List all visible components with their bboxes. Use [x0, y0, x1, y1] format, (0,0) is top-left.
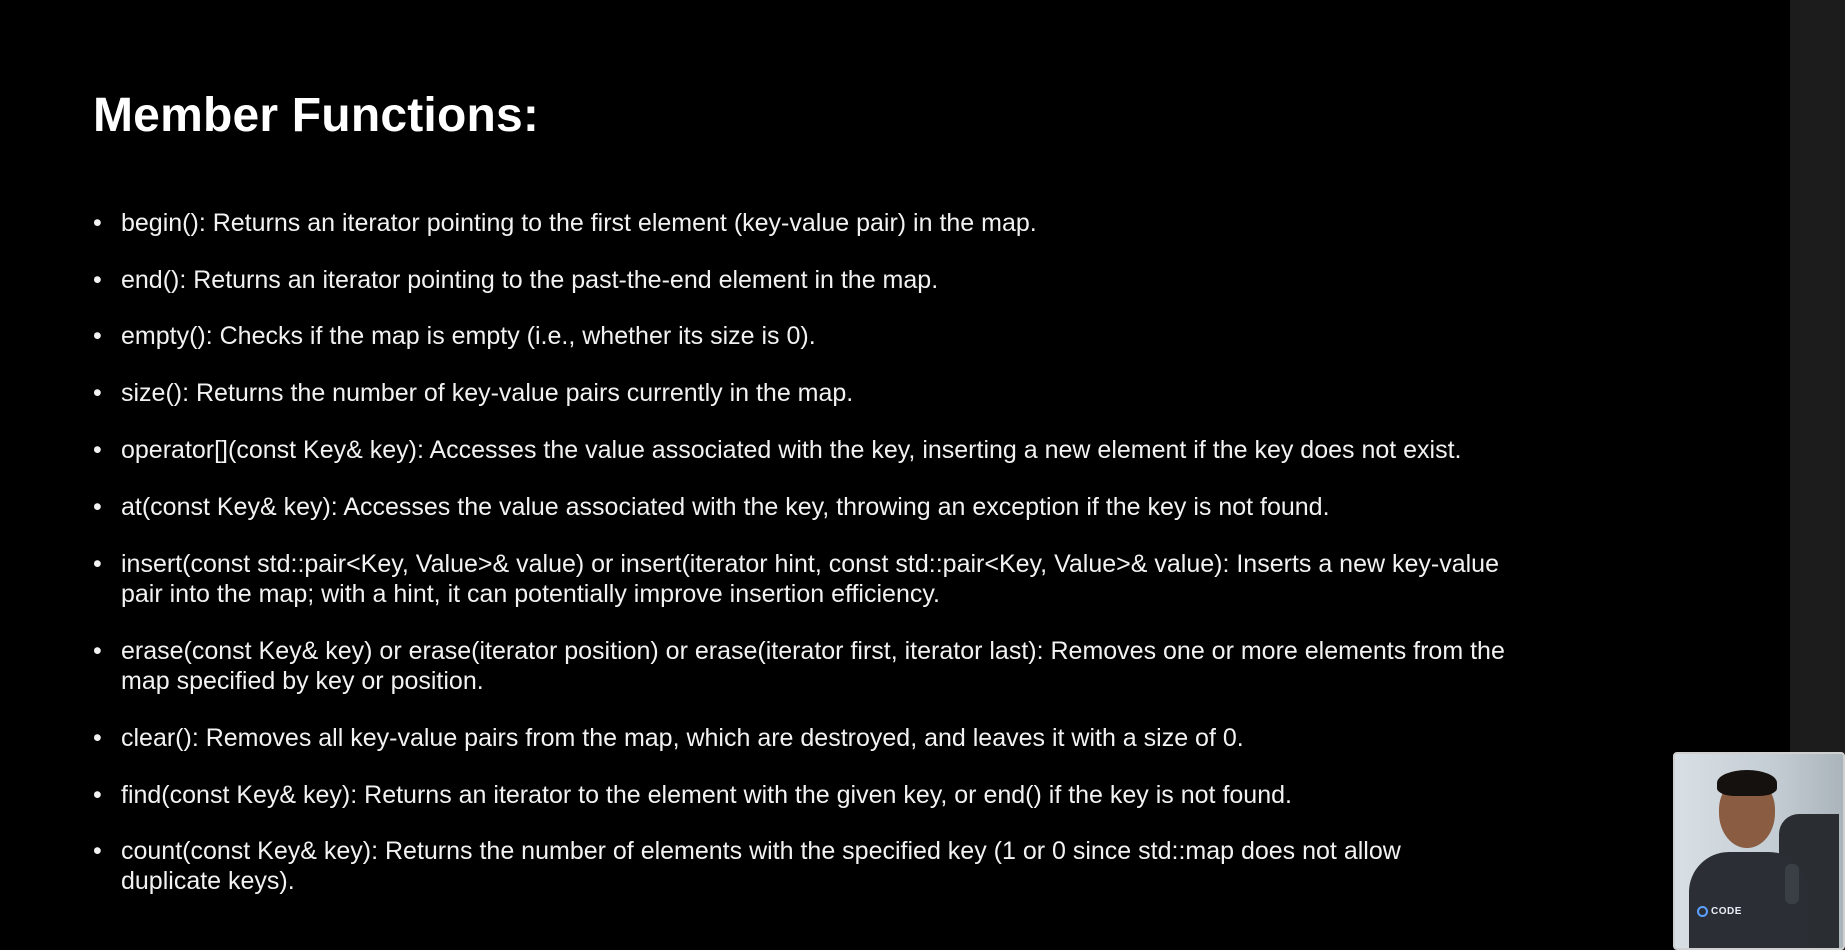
slide: Member Functions: • begin(): Returns an …: [0, 0, 1790, 950]
list-item-end: • end(): Returns an iterator pointing to…: [93, 265, 938, 295]
list-item-text: empty(): Checks if the map is empty (i.e…: [121, 322, 816, 350]
bullet-icon: •: [93, 837, 102, 865]
bullet-icon: •: [93, 781, 102, 809]
list-item-text-line2: map specified by key or position.: [121, 667, 484, 695]
list-item-text: operator[](const Key& key): Accesses the…: [121, 436, 1462, 464]
bullet-icon: •: [93, 379, 102, 407]
list-item-text: at(const Key& key): Accesses the value a…: [121, 493, 1330, 521]
webcam-overlay[interactable]: CODE: [1673, 752, 1845, 950]
list-item-text: find(const Key& key): Returns an iterato…: [121, 781, 1292, 809]
presenter-hair: [1717, 770, 1777, 796]
bullet-icon: •: [93, 493, 102, 521]
list-item-text: begin(): Returns an iterator pointing to…: [121, 209, 1037, 237]
slide-title: Member Functions:: [93, 89, 540, 142]
bullet-icon: •: [93, 724, 102, 752]
list-item-text-line2: pair into the map; with a hint, it can p…: [121, 580, 940, 608]
list-item-text: size(): Returns the number of key-value …: [121, 379, 854, 407]
list-item-erase: • erase(const Key& key) or erase(iterato…: [93, 636, 1505, 696]
bullet-icon: •: [93, 436, 102, 464]
list-item-insert: • insert(const std::pair<Key, Value>& va…: [93, 549, 1499, 609]
list-item-text-line1: insert(const std::pair<Key, Value>& valu…: [121, 550, 1499, 578]
brand-logo-icon: [1697, 906, 1708, 917]
bullet-icon: •: [93, 209, 102, 237]
list-item-clear: • clear(): Removes all key-value pairs f…: [93, 723, 1244, 753]
bullet-icon: •: [93, 322, 102, 350]
list-item-text-line2: duplicate keys).: [121, 867, 295, 895]
list-item-begin: • begin(): Returns an iterator pointing …: [93, 208, 1037, 238]
list-item-text-line1: erase(const Key& key) or erase(iterator …: [121, 637, 1505, 665]
brand-label: CODE: [1711, 906, 1742, 917]
list-item-text: clear(): Removes all key-value pairs fro…: [121, 724, 1244, 752]
microphone: [1785, 864, 1799, 904]
list-item-find: • find(const Key& key): Returns an itera…: [93, 780, 1292, 810]
bullet-icon: •: [93, 266, 102, 294]
bullet-icon: •: [93, 637, 102, 665]
bullet-icon: •: [93, 550, 102, 578]
list-item-empty: • empty(): Checks if the map is empty (i…: [93, 321, 816, 351]
list-item-at: • at(const Key& key): Accesses the value…: [93, 492, 1330, 522]
list-item-size: • size(): Returns the number of key-valu…: [93, 378, 853, 408]
list-item-text-line1: count(const Key& key): Returns the numbe…: [121, 837, 1401, 865]
list-item-text: end(): Returns an iterator pointing to t…: [121, 266, 939, 294]
list-item-operator: • operator[](const Key& key): Accesses t…: [93, 435, 1462, 465]
list-item-count: • count(const Key& key): Returns the num…: [93, 836, 1401, 896]
